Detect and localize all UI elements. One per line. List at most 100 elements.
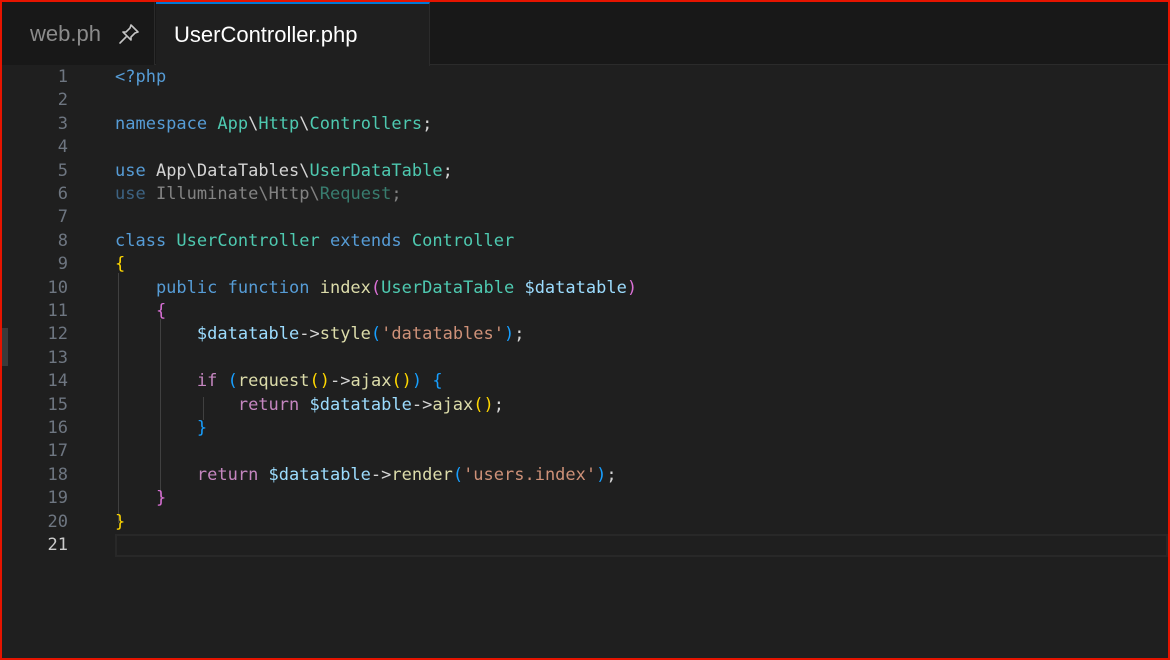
code-token: } bbox=[196, 418, 208, 438]
line-number: 2 bbox=[57, 90, 68, 111]
code-token: ; bbox=[422, 113, 433, 134]
code-token: DataTables bbox=[196, 160, 300, 181]
code-line[interactable]: 1 <?php bbox=[2, 66, 1168, 89]
code-token: ( bbox=[370, 324, 382, 345]
code-line[interactable]: 18 return $datatable->render('users.inde… bbox=[2, 464, 1168, 487]
code-token: $datatable bbox=[268, 464, 371, 485]
code-token: class bbox=[115, 230, 177, 251]
line-code: { bbox=[115, 253, 125, 276]
code-token: Controllers bbox=[309, 113, 423, 134]
code-token: ) bbox=[411, 371, 423, 392]
code-token: request bbox=[237, 371, 310, 392]
line-code: return $datatable->render('users.index')… bbox=[115, 464, 617, 487]
line-code: } bbox=[115, 417, 207, 440]
code-token: App bbox=[155, 160, 187, 181]
code-token: UserDataTable bbox=[309, 160, 443, 181]
line-number: 15 bbox=[47, 394, 68, 415]
code-token: index bbox=[319, 277, 371, 298]
tab-label: web.ph bbox=[30, 20, 101, 46]
code-token: <?php bbox=[115, 67, 167, 87]
line-code: } bbox=[115, 487, 166, 510]
code-token: ( bbox=[370, 277, 382, 298]
code-token: -> bbox=[330, 371, 351, 392]
code-line[interactable]: 6 use Illuminate\Http\Request; bbox=[2, 183, 1168, 206]
code-line[interactable]: 5 use App\DataTables\UserDataTable; bbox=[2, 160, 1168, 183]
line-number: 16 bbox=[47, 418, 68, 438]
code-token: \ bbox=[258, 184, 269, 204]
line-code: public function index(UserDataTable $dat… bbox=[115, 277, 637, 300]
code-token: \ bbox=[299, 160, 310, 181]
code-token: () bbox=[473, 394, 494, 415]
tab-user-controller[interactable]: UserController.php bbox=[156, 2, 430, 66]
code-token: 'datatables' bbox=[381, 324, 504, 345]
line-number: 4 bbox=[57, 137, 68, 158]
code-token: -> bbox=[299, 324, 320, 345]
code-token: Request bbox=[319, 184, 392, 204]
line-number: 20 bbox=[47, 511, 68, 532]
code-token: use bbox=[115, 160, 156, 181]
code-token: return bbox=[196, 464, 269, 485]
code-line[interactable]: 15 return $datatable->ajax(); bbox=[2, 394, 1168, 417]
code-line[interactable]: 10 public function index(UserDataTable $… bbox=[2, 277, 1168, 300]
code-token: ajax bbox=[350, 371, 392, 392]
code-token: public bbox=[115, 277, 228, 298]
code-token: { bbox=[432, 371, 443, 392]
line-code: $datatable->style('datatables'); bbox=[115, 323, 525, 346]
line-code: use App\DataTables\UserDataTable; bbox=[115, 160, 453, 183]
code-line[interactable]: 4 bbox=[2, 136, 1168, 159]
line-code: return $datatable->ajax(); bbox=[115, 394, 504, 417]
code-token: ; bbox=[442, 160, 453, 181]
code-line[interactable]: 11 { bbox=[2, 300, 1168, 323]
tab-label: UserController.php bbox=[174, 22, 358, 47]
code-token: App bbox=[217, 113, 249, 134]
code-token: ) bbox=[596, 464, 607, 485]
code-token: extends bbox=[329, 230, 412, 251]
line-number: 1 bbox=[57, 67, 68, 87]
editor-window: web.ph UserController.php 1 <?php 2 3 namesp… bbox=[0, 0, 1170, 660]
line-code: } bbox=[115, 511, 125, 534]
line-code: use Illuminate\Http\Request; bbox=[115, 183, 402, 206]
code-line[interactable]: 20} bbox=[2, 511, 1168, 534]
code-token: $datatable bbox=[309, 394, 412, 415]
code-line[interactable]: 17 bbox=[2, 440, 1168, 463]
code-line[interactable]: 19 } bbox=[2, 487, 1168, 510]
code-token: \ bbox=[299, 113, 310, 134]
code-token: $datatable bbox=[524, 277, 627, 298]
code-line[interactable]: 2 bbox=[2, 89, 1168, 112]
code-token: namespace bbox=[115, 113, 218, 134]
code-token: } bbox=[155, 488, 167, 509]
code-line[interactable]: 12 $datatable->style('datatables'); bbox=[2, 323, 1168, 346]
code-line[interactable]: 9{ bbox=[2, 253, 1168, 276]
code-line[interactable]: 7 bbox=[2, 206, 1168, 229]
code-token: UserController bbox=[176, 230, 330, 251]
code-token: ) bbox=[504, 324, 515, 345]
code-token: $datatable bbox=[196, 324, 300, 345]
line-code: { bbox=[115, 300, 166, 323]
code-token: ajax bbox=[432, 394, 474, 415]
tab-web-php[interactable]: web.ph bbox=[2, 2, 155, 65]
code-token: render bbox=[391, 464, 453, 485]
code-token: ; bbox=[514, 324, 525, 345]
code-token: if bbox=[196, 371, 228, 392]
code-token: \ bbox=[186, 160, 197, 181]
code-line[interactable]: 8 class UserController extends Controller bbox=[2, 230, 1168, 253]
code-token: ) bbox=[626, 277, 638, 298]
line-number: 17 bbox=[47, 441, 68, 462]
code-token: () bbox=[391, 371, 412, 392]
code-token: ( bbox=[227, 371, 238, 392]
pin-icon[interactable] bbox=[117, 22, 141, 46]
code-token: ( bbox=[452, 464, 464, 485]
code-line[interactable]: 3 namespace App\Http\Controllers; bbox=[2, 113, 1168, 136]
code-token: style bbox=[319, 324, 371, 345]
code-line[interactable]: 21 bbox=[2, 534, 1168, 557]
code-line[interactable]: 16 } bbox=[2, 417, 1168, 440]
code-line[interactable]: 13 bbox=[2, 347, 1168, 370]
code-line[interactable]: 14 if (request()->ajax()) { bbox=[2, 370, 1168, 393]
code-token: ; bbox=[493, 394, 505, 415]
code-editor[interactable]: 1 <?php 2 3 namespace App\Http\Controllers; 4… bbox=[2, 66, 1168, 658]
code-token: ; bbox=[606, 464, 617, 485]
code-token: Controller bbox=[411, 230, 515, 251]
